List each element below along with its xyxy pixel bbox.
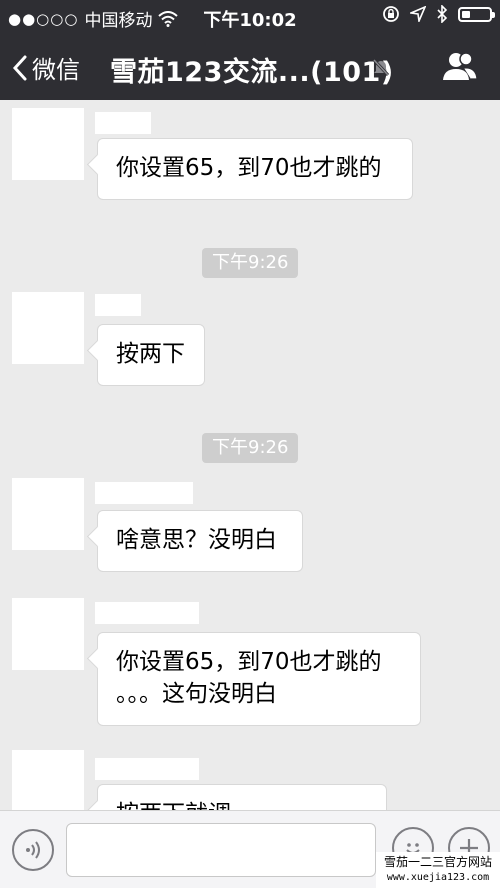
- watermark-line2: www.xuejia123.com: [386, 872, 490, 883]
- avatar[interactable]: [12, 292, 84, 364]
- rotation-lock-icon: [383, 6, 399, 22]
- avatar[interactable]: [12, 598, 84, 670]
- location-arrow-icon: [410, 6, 426, 22]
- site-watermark: 雪茄一二三官方网站 www.xuejia123.com: [376, 852, 500, 888]
- back-label: 微信: [32, 56, 80, 84]
- sender-name: [95, 602, 199, 624]
- sender-name: [95, 294, 141, 316]
- message-bubble[interactable]: 啥意思？没明白: [97, 510, 303, 572]
- message-bubble[interactable]: 按两下就调...: [97, 784, 387, 810]
- message-input[interactable]: [66, 823, 376, 877]
- avatar[interactable]: [12, 108, 84, 180]
- battery-icon: [458, 6, 495, 22]
- message-text: 按两下: [116, 341, 185, 367]
- time-badge: 下午9:26: [202, 248, 299, 278]
- people-icon[interactable]: [442, 50, 478, 82]
- sender-name: [95, 758, 199, 780]
- message-bubble[interactable]: 你设置65，到70也才跳的 。。。这句没明白: [97, 632, 421, 726]
- chevron-left-icon: [12, 55, 27, 80]
- message-text: 啥意思？没明白: [116, 527, 277, 553]
- bluetooth-icon: [437, 5, 448, 23]
- status-right: [382, 5, 495, 23]
- message-text-line: 你设置65，到70也才跳的: [116, 649, 382, 675]
- sender-name: [95, 482, 193, 504]
- avatar[interactable]: [12, 478, 84, 550]
- bell-slash-icon: [372, 58, 390, 76]
- message-text: 按两下就调...: [116, 801, 253, 810]
- nav-bar: 微信 雪茄123交流...(101): [0, 34, 500, 100]
- voice-icon: [26, 841, 40, 859]
- back-button[interactable]: 微信: [12, 50, 80, 85]
- chat-title: 雪茄123交流...(101): [110, 57, 394, 88]
- message-text: 你设置65，到70也才跳的: [116, 155, 382, 181]
- avatar[interactable]: [12, 750, 84, 810]
- watermark-line1: 雪茄一二三官方网站: [383, 855, 492, 869]
- status-bar: ●●○○○ 中国移动 下午10:02: [0, 0, 500, 34]
- sender-name: [95, 112, 151, 134]
- voice-button[interactable]: [12, 829, 54, 871]
- message-bubble[interactable]: 按两下: [97, 324, 205, 386]
- message-bubble[interactable]: 你设置65，到70也才跳的: [97, 138, 413, 200]
- chat-area[interactable]: 你设置65，到70也才跳的 下午9:26 按两下 下午9:26 啥意思？没明白 …: [0, 100, 500, 810]
- message-text-line: 。。。这句没明白: [116, 681, 277, 707]
- time-badge: 下午9:26: [202, 433, 299, 463]
